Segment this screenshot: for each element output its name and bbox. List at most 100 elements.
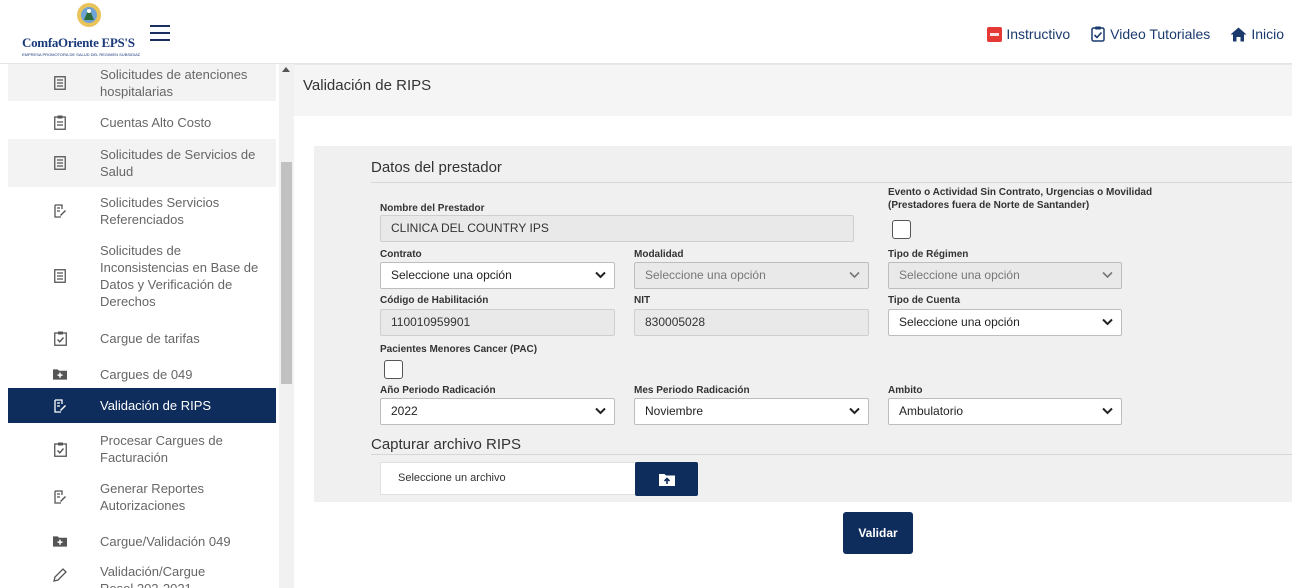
document-list-icon <box>53 75 67 90</box>
form-panel: Datos del prestador Nombre del Prestador… <box>314 146 1292 502</box>
section-divider <box>371 182 1292 183</box>
evento-sin-contrato-label: Evento o Actividad Sin Contrato, Urgenci… <box>888 187 1153 211</box>
sidebar-item-label: Generar Reportes Autorizaciones <box>100 481 205 513</box>
document-edit-icon <box>53 398 67 413</box>
folder-plus-icon <box>53 367 67 381</box>
sidebar-item-atenciones-hospitalarias[interactable]: Solicitudes de atenciones hospitalarias <box>8 64 276 101</box>
sidebar-item-cuentas-alto-costo[interactable]: Cuentas Alto Costo <box>8 106 276 138</box>
brand-name: ComfaOriente EPS'S <box>22 35 135 50</box>
sidebar-item-cargue-tarifas[interactable]: Cargue de tarifas <box>8 321 276 355</box>
modalidad-select[interactable]: Seleccione una opción <box>634 262 869 289</box>
chevron-down-icon <box>1102 271 1113 279</box>
sidebar-item-resol-202[interactable]: Validación/Cargue Resol.202-2021 <box>8 560 276 588</box>
tipo-regimen-label: Tipo de Régimen <box>888 249 969 260</box>
sidebar: Solicitudes de atenciones hospitalarias … <box>0 64 294 588</box>
scrollbar-thumb[interactable] <box>281 162 292 384</box>
sidebar-item-label: Solicitudes de atenciones hospitalarias <box>100 66 248 99</box>
sidebar-item-label: Cargue de tarifas <box>100 330 200 346</box>
sidebar-item-generar-reportes[interactable]: Generar Reportes Autorizaciones <box>8 474 276 520</box>
sidebar-item-inconsistencias[interactable]: Solicitudes de Inconsistencias en Base d… <box>8 236 276 316</box>
folder-plus-icon <box>53 534 67 548</box>
pac-label: Pacientes Menores Cancer (PAC) <box>380 344 538 355</box>
sidebar-item-label: Procesar Cargues de Facturación <box>100 433 223 465</box>
nav-inicio[interactable]: Inicio <box>1230 26 1284 42</box>
sidebar-item-label: Validación de RIPS <box>100 398 212 413</box>
document-list-icon <box>53 269 67 283</box>
chevron-down-icon <box>849 407 860 415</box>
sidebar-item-label: Validación/Cargue Resol.202-2021 <box>100 564 206 588</box>
logo-emblem-icon <box>77 3 101 27</box>
document-edit-icon <box>53 204 67 218</box>
validar-button[interactable]: Validar <box>843 512 913 554</box>
ambito-select[interactable]: Ambulatorio <box>888 398 1122 425</box>
main-content: Validación de RIPS Datos del prestador N… <box>294 64 1292 588</box>
mes-periodo-select[interactable]: Noviembre <box>634 398 869 425</box>
ambito-label: Ambito <box>888 385 923 396</box>
sidebar-item-label: Cargues de 049 <box>100 366 193 382</box>
pdf-icon <box>987 26 1003 42</box>
sidebar-item-label: Solicitudes de Inconsistencias en Base d… <box>100 243 259 309</box>
section-title-capturar: Capturar archivo RIPS <box>371 436 522 453</box>
evento-sin-contrato-checkbox[interactable] <box>892 220 911 239</box>
top-nav: Instructivo Video Tutoriales Inicio <box>967 26 1284 42</box>
top-header: ComfaOriente EPS'S EMPRESA PROMOTORA DE … <box>0 0 1292 64</box>
comfaoriente-logo[interactable]: ComfaOriente EPS'S EMPRESA PROMOTORA DE … <box>22 2 140 60</box>
chevron-down-icon <box>1102 407 1113 415</box>
tipo-regimen-select[interactable]: Seleccione una opción <box>888 262 1122 289</box>
sidebar-item-cargue-validacion-049[interactable]: Cargue/Validación 049 <box>8 524 276 558</box>
nit-label: NIT <box>634 295 651 306</box>
contrato-label: Contrato <box>380 249 422 260</box>
nav-instructivo[interactable]: Instructivo <box>987 26 1070 42</box>
chevron-down-icon <box>849 271 860 279</box>
codigo-habilitacion-field: 110010959901 <box>380 309 615 336</box>
tipo-cuenta-label: Tipo de Cuenta <box>888 295 961 306</box>
sidebar-item-label: Cuentas Alto Costo <box>100 114 212 130</box>
pencil-icon <box>53 568 67 582</box>
sidebar-item-servicios-referenciados[interactable]: Solicitudes Servicios Referenciados <box>8 188 276 234</box>
clipboard-check-icon <box>53 331 67 346</box>
modalidad-select-value: Seleccione una opción <box>645 268 766 282</box>
anio-periodo-label: Año Periodo Radicación <box>380 385 496 396</box>
nit-field: 830005028 <box>634 309 869 336</box>
ambito-select-value: Ambulatorio <box>899 404 964 418</box>
section-title-datos: Datos del prestador <box>371 159 502 176</box>
sidebar-item-procesar-cargues[interactable]: Procesar Cargues de Facturación <box>8 426 276 472</box>
contrato-select[interactable]: Seleccione una opción <box>380 262 615 289</box>
anio-periodo-select-value: 2022 <box>391 404 418 418</box>
upload-button[interactable] <box>635 462 698 496</box>
mes-periodo-label: Mes Periodo Radicación <box>634 385 750 396</box>
mes-periodo-select-value: Noviembre <box>645 404 704 418</box>
tipo-cuenta-select[interactable]: Seleccione una opción <box>888 309 1122 336</box>
sidebar-item-label: Cargue/Validación 049 <box>100 533 231 549</box>
nav-instructivo-label: Instructivo <box>1006 26 1071 42</box>
nav-inicio-label: Inicio <box>1251 26 1284 42</box>
nav-video-tutoriales-label: Video Tutoriales <box>1110 26 1211 42</box>
document-edit-icon <box>53 490 67 504</box>
page-title: Validación de RIPS <box>303 77 432 94</box>
sidebar-item-servicios-salud[interactable]: Solicitudes de Servicios de Salud <box>8 139 276 187</box>
menu-toggle-icon[interactable] <box>150 25 170 41</box>
anio-periodo-select[interactable]: 2022 <box>380 398 615 425</box>
sidebar-scrollbar[interactable] <box>279 64 294 588</box>
clipboard-check-icon <box>53 442 67 457</box>
section-divider <box>371 454 1292 455</box>
brand-tagline: EMPRESA PROMOTORA DE SALUD DEL REGIMEN S… <box>22 52 140 57</box>
chevron-down-icon <box>595 271 606 279</box>
pac-checkbox[interactable] <box>384 360 403 379</box>
sidebar-item-validacion-rips[interactable]: Validación de RIPS <box>8 388 276 423</box>
nav-video-tutoriales[interactable]: Video Tutoriales <box>1090 26 1210 42</box>
tipo-regimen-select-value: Seleccione una opción <box>899 268 1020 282</box>
document-list-icon <box>53 156 67 170</box>
file-select-input[interactable]: Seleccione un archivo <box>380 462 636 495</box>
clipboard-check-icon <box>1091 26 1105 42</box>
nombre-prestador-field: CLINICA DEL COUNTRY IPS <box>380 215 854 242</box>
sidebar-item-label: Solicitudes de Servicios de Salud <box>100 147 256 179</box>
page-title-bar: Validación de RIPS <box>294 64 1292 116</box>
scroll-up-arrow-icon[interactable] <box>282 67 290 72</box>
home-icon <box>1230 27 1247 41</box>
chevron-down-icon <box>595 407 606 415</box>
sidebar-item-label: Solicitudes Servicios Referenciados <box>100 195 220 227</box>
codigo-habilitacion-label: Código de Habilitación <box>380 295 489 306</box>
sidebar-item-cargues-049[interactable]: Cargues de 049 <box>8 357 276 391</box>
chevron-down-icon <box>1102 318 1113 326</box>
